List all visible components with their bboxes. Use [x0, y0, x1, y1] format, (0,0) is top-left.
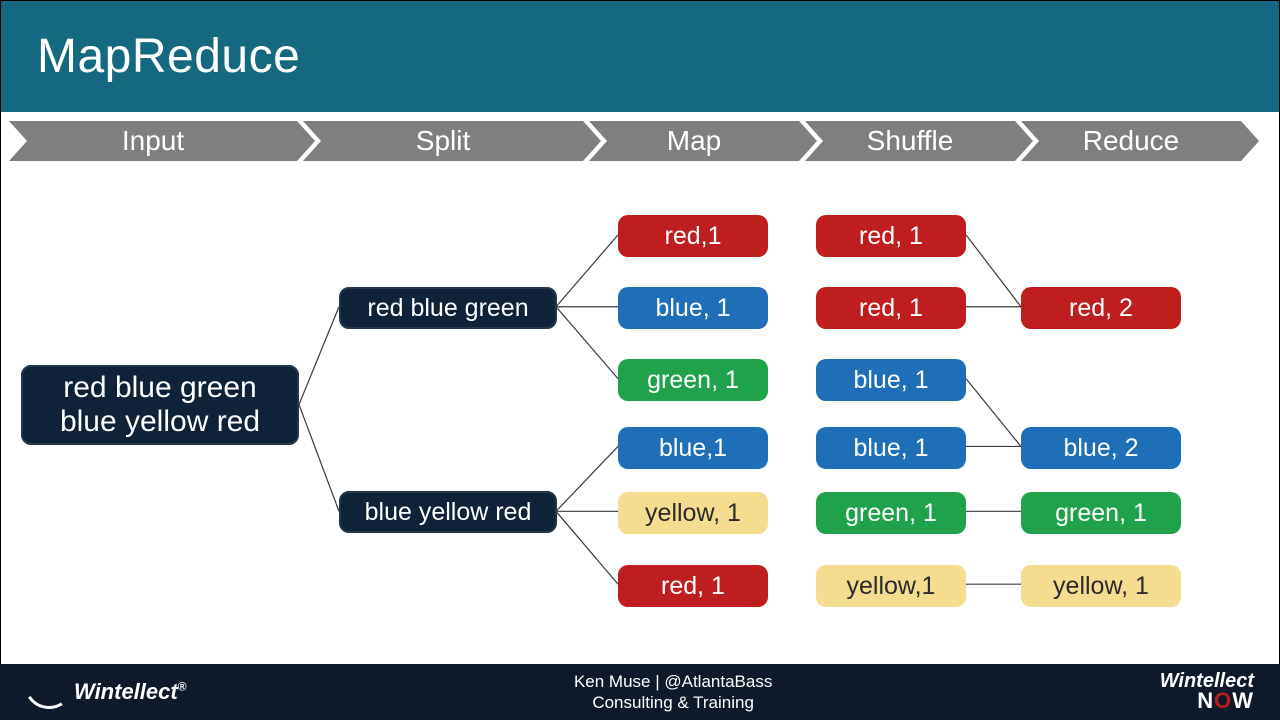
- split-box-2: blue yellow red: [339, 491, 557, 533]
- footer-center: Ken Muse | @AtlantaBass Consulting & Tra…: [574, 671, 772, 714]
- stage-input: Input: [9, 121, 297, 161]
- slide: MapReduce Input Split Map Shuffle Reduce: [1, 1, 1279, 664]
- footer-author: Ken Muse | @AtlantaBass: [574, 671, 772, 692]
- map-box-4: blue,1: [618, 427, 768, 469]
- reduce-box-4: yellow, 1: [1021, 565, 1181, 607]
- map-box-2: blue, 1: [618, 287, 768, 329]
- brand-left-text: Wintellect: [74, 679, 178, 704]
- shuffle-box-3: blue, 1: [816, 359, 966, 401]
- shuffle-box-4: blue, 1: [816, 427, 966, 469]
- footer-brand-left: Wintellect®: [26, 679, 187, 705]
- map-box-5: yellow, 1: [618, 492, 768, 534]
- stage-map: Map: [589, 121, 799, 161]
- map-box-3: green, 1: [618, 359, 768, 401]
- footer-tagline: Consulting & Training: [574, 692, 772, 713]
- registered-icon: ®: [178, 680, 187, 694]
- slide-title: MapReduce: [1, 1, 1279, 112]
- shuffle-box-1: red, 1: [816, 215, 966, 257]
- swoosh-icon: [26, 683, 70, 703]
- map-box-1: red,1: [618, 215, 768, 257]
- stage-split: Split: [303, 121, 583, 161]
- diagram-canvas: red blue green blue yellow red red blue …: [1, 187, 1279, 664]
- reduce-box-3: green, 1: [1021, 492, 1181, 534]
- stage-reduce: Reduce: [1021, 121, 1241, 161]
- split-box-1: red blue green: [339, 287, 557, 329]
- input-box: red blue green blue yellow red: [21, 365, 299, 445]
- footer-bar: Wintellect® Ken Muse | @AtlantaBass Cons…: [0, 664, 1280, 720]
- reduce-box-2: blue, 2: [1021, 427, 1181, 469]
- shuffle-box-6: yellow,1: [816, 565, 966, 607]
- brand-right-bottom: NOW: [1197, 688, 1254, 713]
- stage-shuffle: Shuffle: [805, 121, 1015, 161]
- footer-brand-right: Wintellect NOW: [1160, 672, 1254, 712]
- map-box-6: red, 1: [618, 565, 768, 607]
- stage-chevrons: Input Split Map Shuffle Reduce: [1, 118, 1279, 164]
- shuffle-box-5: green, 1: [816, 492, 966, 534]
- shuffle-box-2: red, 1: [816, 287, 966, 329]
- reduce-box-1: red, 2: [1021, 287, 1181, 329]
